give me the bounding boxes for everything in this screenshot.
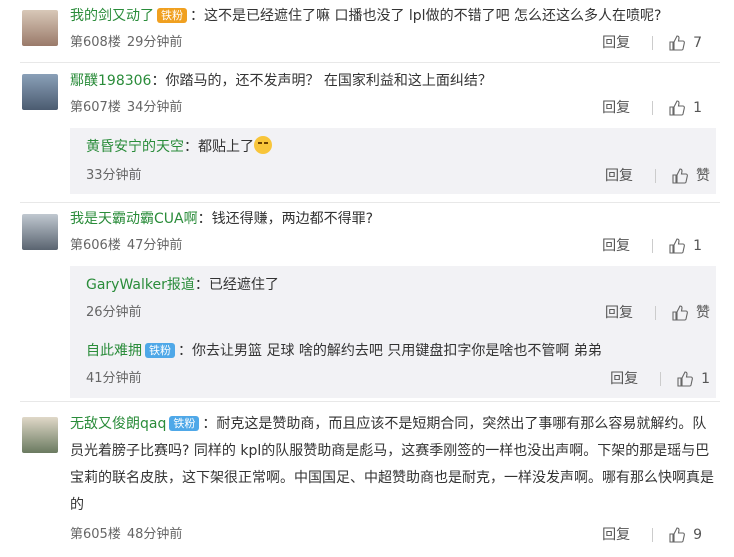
thumbs-up-icon[interactable] bbox=[672, 305, 688, 321]
comment-meta: 第608楼 29分钟前 回复 7 bbox=[70, 33, 716, 53]
thumbs-up-icon[interactable] bbox=[672, 168, 688, 184]
comment-item: 我的剑又动了 铁粉 ：这不是已经遮住了嘛 口播也没了 lpl做的不错了吧 怎么还这么… bbox=[0, 0, 734, 62]
reply-meta: 33分钟前 回复 赞 bbox=[86, 166, 710, 186]
reply-actions: 回复 1 bbox=[610, 369, 710, 389]
username-link[interactable]: 黄昏安宁的天空 bbox=[86, 139, 184, 155]
comment-text: ：这不是已经遮住了嘛 口播也没了 lpl做的不错了吧 怎么还这么多人在喷呢? bbox=[190, 8, 662, 24]
like-label: 赞 bbox=[696, 168, 710, 184]
reply-text: ：都贴上了 bbox=[184, 139, 254, 155]
comment-text: ：钱还得赚，两边都不得罪? bbox=[197, 211, 374, 227]
reply-button[interactable]: 回复 bbox=[610, 369, 638, 389]
comment-text-line: 我是天霸动霸CUA啊：钱还得赚，两边都不得罪? bbox=[70, 208, 716, 230]
comment-actions: 回复 1 bbox=[602, 98, 702, 118]
timestamp: 26分钟前 bbox=[86, 305, 142, 320]
reply-button[interactable]: 回复 bbox=[602, 98, 630, 118]
comment-text: ：耐克这是赞助商，而且应该不是短期合同，突然出了事哪有那么容易就解约。队员光着膀… bbox=[70, 416, 714, 513]
floor-number: 第605楼 bbox=[70, 527, 121, 542]
timestamp: 48分钟前 bbox=[126, 527, 183, 542]
divider bbox=[652, 528, 654, 542]
timestamp: 34分钟前 bbox=[126, 100, 183, 115]
timestamp: 47分钟前 bbox=[126, 238, 183, 253]
thumbs-up-icon[interactable] bbox=[669, 238, 685, 254]
username-link[interactable]: 鄢醭198306 bbox=[70, 73, 151, 89]
reply-button[interactable]: 回复 bbox=[602, 236, 630, 256]
grimace-emoji-icon bbox=[254, 136, 272, 154]
reply-meta: 26分钟前 回复 赞 bbox=[86, 303, 710, 323]
comment-actions: 回复 7 bbox=[602, 33, 702, 53]
reply-meta: 41分钟前 回复 1 bbox=[86, 369, 710, 389]
like-count: 9 bbox=[693, 527, 702, 543]
avatar[interactable] bbox=[22, 74, 58, 110]
divider bbox=[655, 306, 656, 320]
comment-text-line: 鄢醭198306：你踏马的，还不发声明？ 在国家利益和这上面纠结？ bbox=[70, 70, 716, 92]
floor-number: 第607楼 bbox=[70, 100, 121, 115]
divider bbox=[652, 239, 654, 253]
comment-meta: 第607楼 34分钟前 回复 1 bbox=[70, 98, 716, 118]
reply-button[interactable]: 回复 bbox=[605, 166, 633, 186]
comment-text-line: 无敌又俊朗qaq 铁粉 ：耐克这是赞助商，而且应该不是短期合同，突然出了事哪有那么容… bbox=[70, 411, 716, 519]
reply-item: GaryWalker报道：已经遮住了 26分钟前 回复 赞 bbox=[86, 274, 710, 321]
timestamp: 29分钟前 bbox=[126, 35, 183, 50]
comment-item: 无敌又俊朗qaq 铁粉 ：耐克这是赞助商，而且应该不是短期合同，突然出了事哪有那么容… bbox=[0, 401, 734, 557]
reply-text-line: 自此难拥 铁粉 ：你去让男篮 足球 啥的解约去吧 只用键盘扣字你是啥也不管啊 弟弟 bbox=[86, 340, 706, 362]
comment-item: 鄢醭198306：你踏马的，还不发声明？ 在国家利益和这上面纠结？ 第607楼 3… bbox=[0, 62, 734, 202]
reply-text: ：已经遮住了 bbox=[194, 277, 279, 293]
username-link[interactable]: 无敌又俊朗qaq bbox=[70, 416, 166, 432]
reply-text-line: GaryWalker报道：已经遮住了 bbox=[86, 274, 706, 296]
like-count: 1 bbox=[693, 238, 702, 254]
fan-badge: 铁粉 bbox=[169, 416, 200, 431]
divider bbox=[655, 169, 656, 183]
reply-actions: 回复 赞 bbox=[605, 303, 710, 323]
fan-badge: 铁粉 bbox=[157, 8, 187, 23]
divider bbox=[652, 101, 654, 115]
reply-thread: 黄昏安宁的天空：都贴上了 33分钟前 回复 赞 bbox=[70, 128, 716, 194]
like-count: 1 bbox=[693, 100, 702, 116]
comment-meta: 第606楼 47分钟前 回复 1 bbox=[70, 236, 716, 256]
timestamp: 41分钟前 bbox=[86, 371, 142, 386]
comment-text: ：你踏马的，还不发声明？ 在国家利益和这上面纠结？ bbox=[151, 73, 492, 89]
avatar[interactable] bbox=[22, 10, 58, 46]
thumbs-up-icon[interactable] bbox=[677, 371, 693, 387]
comment-list: 我的剑又动了 铁粉 ：这不是已经遮住了嘛 口播也没了 lpl做的不错了吧 怎么还这么… bbox=[0, 0, 734, 557]
comment-item: 我是天霸动霸CUA啊：钱还得赚，两边都不得罪? 第606楼 47分钟前 回复 1 … bbox=[0, 202, 734, 400]
floor-number: 第608楼 bbox=[70, 35, 121, 50]
like-label: 赞 bbox=[696, 305, 710, 321]
comment-text-line: 我的剑又动了 铁粉 ：这不是已经遮住了嘛 口播也没了 lpl做的不错了吧 怎么还这么… bbox=[70, 5, 716, 27]
fan-badge: 铁粉 bbox=[145, 343, 175, 358]
username-link[interactable]: GaryWalker报道 bbox=[86, 277, 195, 293]
comment-actions: 回复 9 bbox=[602, 525, 702, 545]
username-link[interactable]: 我是天霸动霸CUA啊 bbox=[70, 211, 198, 227]
reply-text-line: 黄昏安宁的天空：都贴上了 bbox=[86, 136, 706, 158]
reply-actions: 回复 赞 bbox=[605, 166, 710, 186]
divider bbox=[660, 372, 662, 386]
thumbs-up-icon[interactable] bbox=[669, 527, 685, 543]
reply-item: 自此难拥 铁粉 ：你去让男篮 足球 啥的解约去吧 只用键盘扣字你是啥也不管啊 弟弟 … bbox=[86, 340, 710, 387]
reply-item: 黄昏安宁的天空：都贴上了 33分钟前 回复 赞 bbox=[86, 136, 710, 184]
timestamp: 33分钟前 bbox=[86, 168, 142, 183]
reply-button[interactable]: 回复 bbox=[605, 303, 633, 323]
floor-number: 第606楼 bbox=[70, 238, 121, 253]
reply-button[interactable]: 回复 bbox=[602, 33, 630, 53]
reply-button[interactable]: 回复 bbox=[602, 525, 630, 545]
like-count: 1 bbox=[701, 371, 710, 387]
comment-actions: 回复 1 bbox=[602, 236, 702, 256]
like-count: 7 bbox=[693, 35, 702, 51]
thumbs-up-icon[interactable] bbox=[669, 100, 685, 116]
avatar[interactable] bbox=[22, 214, 58, 250]
thumbs-up-icon[interactable] bbox=[669, 35, 685, 51]
reply-thread: GaryWalker报道：已经遮住了 26分钟前 回复 赞 自此难拥 铁粉 ：你去让… bbox=[70, 266, 716, 398]
username-link[interactable]: 自此难拥 bbox=[86, 343, 142, 359]
comment-meta: 第605楼 48分钟前 回复 9 bbox=[70, 525, 716, 545]
reply-text: ：你去让男篮 足球 啥的解约去吧 只用键盘扣字你是啥也不管啊 弟弟 bbox=[178, 343, 602, 359]
avatar[interactable] bbox=[22, 417, 58, 453]
username-link[interactable]: 我的剑又动了 bbox=[70, 8, 154, 24]
divider bbox=[652, 36, 654, 50]
